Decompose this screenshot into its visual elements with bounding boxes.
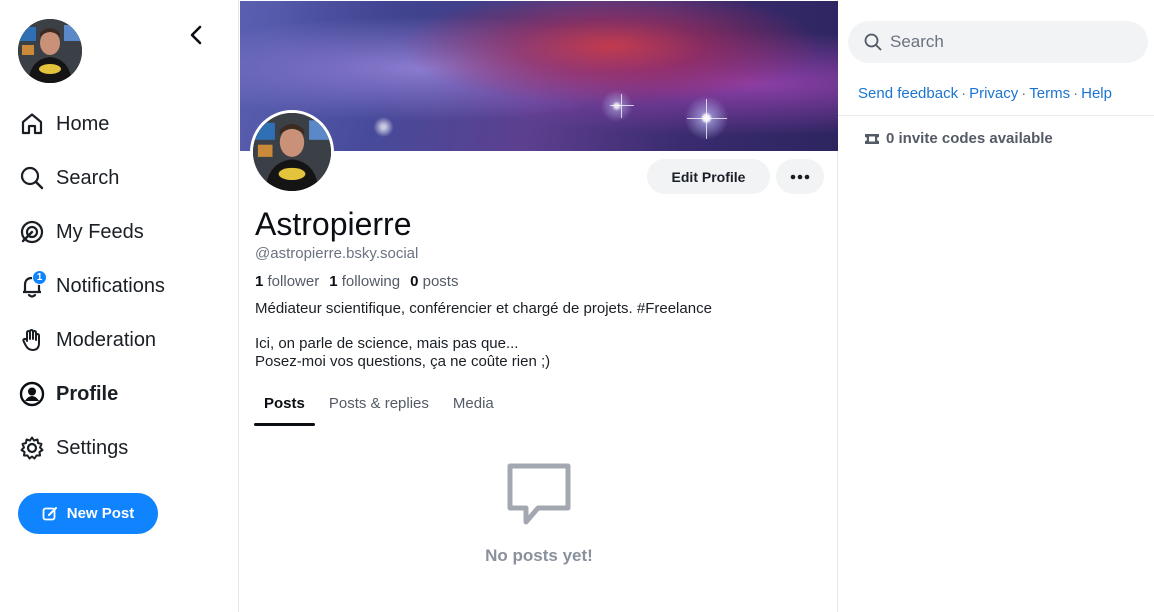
invite-codes-button[interactable]: 0 invite codes available	[864, 130, 1053, 147]
nav-item-label: Profile	[56, 382, 119, 405]
user-avatar[interactable]	[18, 19, 82, 83]
nav-item-search[interactable]: Search	[18, 151, 228, 205]
nav-item-label: My Feeds	[56, 220, 144, 243]
profile-bio: Médiateur scientifique, conférencier et …	[255, 300, 825, 371]
chevron-left-icon	[190, 25, 202, 45]
profile-stats: 1 follower 1 following 0 posts	[255, 273, 458, 290]
feeds-icon	[18, 218, 46, 246]
home-icon	[18, 110, 46, 138]
nav-item-label: Home	[56, 112, 110, 135]
main-nav: Home Search My Feeds 1 Notifications Mod…	[18, 97, 228, 475]
new-post-button[interactable]: New Post	[18, 493, 158, 534]
edit-icon	[42, 506, 57, 520]
empty-state-message: No posts yet!	[485, 546, 593, 565]
divider	[838, 115, 1154, 116]
posts-count: 0	[410, 273, 419, 290]
followers-link[interactable]: 1 follower	[255, 273, 319, 290]
user-circle-icon	[18, 380, 46, 408]
search-icon	[864, 33, 882, 51]
nav-item-home[interactable]: Home	[18, 97, 228, 151]
posts-stat: 0 posts	[410, 273, 458, 290]
search-icon	[18, 164, 46, 192]
profile-handle: @astropierre.bsky.social	[255, 245, 419, 262]
following-link[interactable]: 1 following	[329, 273, 400, 290]
nav-item-settings[interactable]: Settings	[18, 421, 228, 475]
collapse-sidebar-button[interactable]	[184, 22, 208, 48]
search-box[interactable]	[848, 21, 1148, 63]
right-sidebar: Send feedback·Privacy·Terms·Help 0 invit…	[838, 0, 1154, 612]
tab-posts[interactable]: Posts	[254, 380, 315, 426]
nav-item-label: Notifications	[56, 274, 165, 297]
bio-line: Posez-moi vos questions, ça ne coûte rie…	[255, 353, 551, 370]
new-post-label: New Post	[66, 505, 135, 522]
nav-item-profile[interactable]: Profile	[18, 367, 228, 421]
ticket-icon	[865, 133, 879, 144]
profile-tabs: Posts Posts & replies Media	[254, 380, 508, 426]
message-icon	[507, 463, 571, 525]
bio-line: Médiateur scientifique, conférencier et …	[255, 300, 712, 317]
profile-avatar[interactable]	[250, 110, 334, 194]
following-label: following	[341, 273, 401, 290]
tab-media[interactable]: Media	[443, 380, 504, 426]
followers-count: 1	[255, 273, 264, 290]
footer-links: Send feedback · Privacy · Terms · Help	[858, 85, 1112, 102]
link-separator: ·	[1021, 85, 1027, 102]
nav-item-moderation[interactable]: Moderation	[18, 313, 228, 367]
posts-label: posts	[422, 273, 459, 290]
nav-item-label: Settings	[56, 436, 129, 459]
tab-posts-and-replies[interactable]: Posts & replies	[319, 380, 439, 426]
empty-state: No posts yet!	[239, 462, 839, 566]
nav-item-notifications[interactable]: 1 Notifications	[18, 259, 228, 313]
hand-icon	[18, 326, 46, 354]
notification-badge: 1	[32, 270, 47, 285]
help-link[interactable]: Help	[1081, 85, 1112, 102]
invite-codes-text: 0 invite codes available	[886, 130, 1053, 147]
nav-item-label: Moderation	[56, 328, 157, 351]
terms-link[interactable]: Terms	[1029, 85, 1070, 102]
profile-display-name: Astropierre	[255, 206, 412, 242]
bio-line: Ici, on parle de science, mais pas que..…	[255, 335, 519, 352]
followers-label: follower	[267, 273, 320, 290]
search-input[interactable]	[890, 32, 1120, 52]
profile-banner-image[interactable]	[240, 1, 838, 151]
send-feedback-link[interactable]: Send feedback	[858, 85, 958, 102]
link-separator: ·	[1073, 85, 1079, 102]
ellipsis-icon	[790, 174, 810, 179]
privacy-link[interactable]: Privacy	[969, 85, 1018, 102]
left-sidebar: Home Search My Feeds 1 Notifications Mod…	[0, 0, 238, 612]
edit-profile-button[interactable]: Edit Profile	[647, 159, 770, 194]
nav-item-label: Search	[56, 166, 120, 189]
bell-icon: 1	[18, 270, 47, 300]
nav-item-my-feeds[interactable]: My Feeds	[18, 205, 228, 259]
link-separator: ·	[961, 85, 967, 102]
profile-column: Edit Profile Astropierre @astropierre.bs…	[238, 0, 838, 612]
more-options-button[interactable]	[776, 159, 824, 194]
gear-icon	[18, 434, 46, 462]
following-count: 1	[329, 273, 338, 290]
